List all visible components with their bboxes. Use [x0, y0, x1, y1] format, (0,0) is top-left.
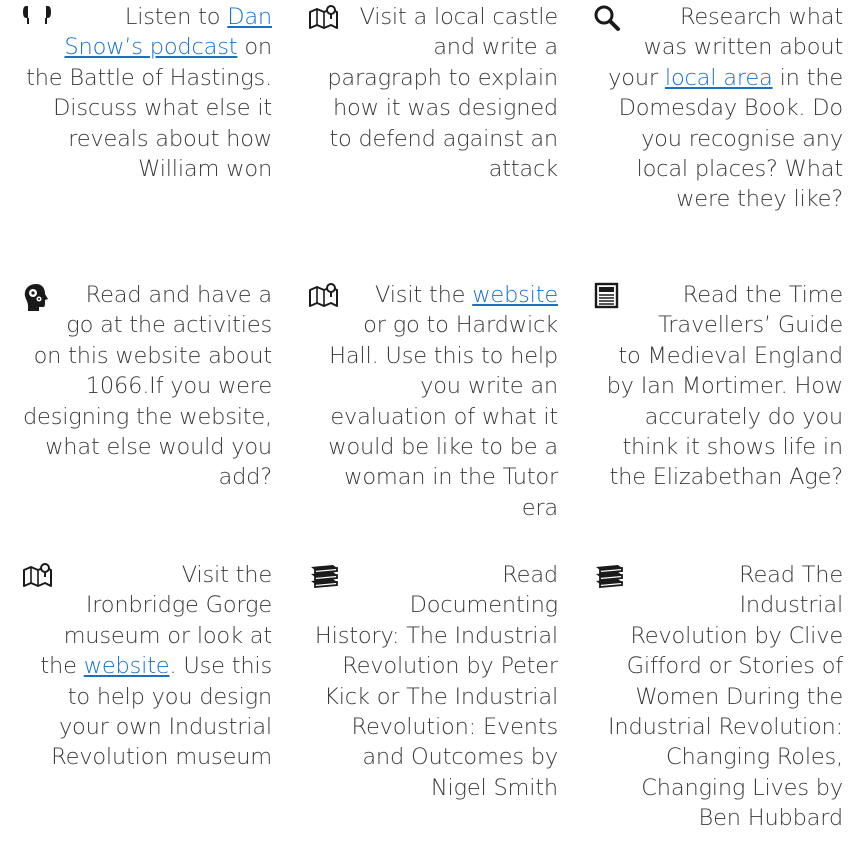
magnifier-icon: [593, 4, 627, 34]
map-location-icon: [22, 562, 56, 592]
local-area-link[interactable]: local area: [665, 65, 773, 91]
hardwick-website-link[interactable]: website: [472, 282, 558, 308]
activity-card-podcast: Listen to Dan Snow’s podcast on the Batt…: [22, 2, 272, 184]
activity-card-domesday: Research what was written about your loc…: [593, 2, 843, 215]
map-location-icon: [308, 4, 342, 34]
head-gears-icon: [22, 282, 56, 312]
earphones-icon: [22, 4, 56, 34]
activity-card-castle: Visit a local castle and write a paragra…: [308, 2, 558, 184]
activity-card-documenting-history: Read Documenting History: The Industrial…: [308, 560, 558, 803]
books-stack-icon: [593, 562, 627, 592]
activity-grid: Listen to Dan Snow’s podcast on the Batt…: [0, 0, 866, 856]
books-stack-icon: [308, 562, 342, 592]
activity-card-hardwick: Visit the website or go to Hardwick Hall…: [308, 280, 558, 523]
newspaper-icon: [593, 282, 627, 312]
map-location-icon: [308, 282, 342, 312]
activity-card-time-travellers: Read the Time Travellers’ Guide to Medie…: [593, 280, 843, 493]
activity-card-industrial-revolution: Read The Industrial Revolution by Clive …: [593, 560, 843, 834]
ironbridge-website-link[interactable]: website: [84, 653, 170, 679]
activity-card-1066: Read and have a go at the activities on …: [22, 282, 272, 491]
activity-card-ironbridge: Visit the Ironbridge Gorge museum or loo…: [22, 560, 272, 773]
